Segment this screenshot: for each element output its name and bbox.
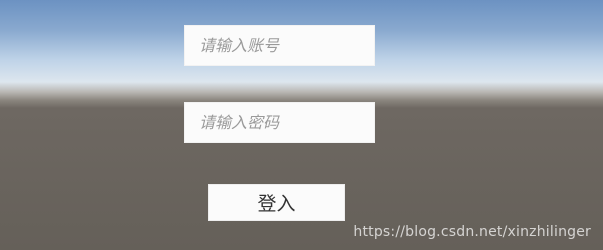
watermark-text: https://blog.csdn.net/xinzhilinger: [353, 224, 591, 240]
password-field[interactable]: [184, 102, 375, 143]
account-input[interactable]: [197, 26, 374, 65]
login-button[interactable]: 登入: [208, 184, 345, 221]
password-input[interactable]: [197, 103, 374, 142]
account-field[interactable]: [184, 25, 375, 66]
